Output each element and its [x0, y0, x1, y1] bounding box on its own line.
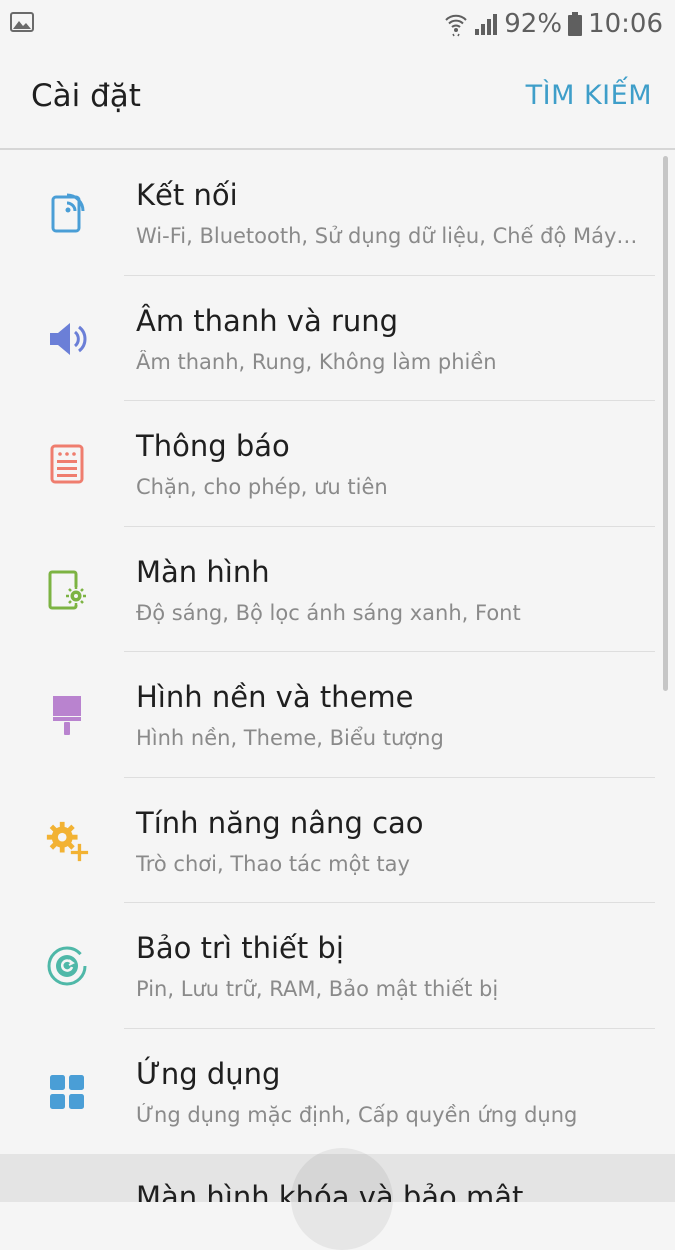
settings-item-display[interactable]: Màn hình Độ sáng, Bộ lọc ánh sáng xanh, …	[0, 527, 675, 652]
wallpaper-brush-icon	[44, 692, 90, 738]
settings-item-label: Hình nền và theme	[136, 680, 414, 714]
connections-icon	[44, 190, 90, 236]
settings-item-label: Tính năng nâng cao	[136, 805, 424, 840]
settings-item-label: Màn hình	[136, 554, 270, 589]
settings-item-summary: Pin, Lưu trữ, RAM, Bảo mật thiết bị	[136, 977, 499, 1001]
device-maintenance-icon	[44, 943, 90, 989]
status-bar: 92% 10:06	[0, 0, 675, 48]
settings-item-wallpaper-themes[interactable]: Hình nền và theme Hình nền, Theme, Biểu …	[0, 652, 675, 778]
settings-item-summary: Trò chơi, Thao tác một tay	[136, 851, 410, 876]
speaker-icon	[44, 316, 90, 362]
cell-signal-icon	[474, 12, 498, 36]
settings-item-apps[interactable]: Ứng dụng Ứng dụng mặc định, Cấp quyền ứn…	[0, 1029, 675, 1155]
scrollbar[interactable]	[663, 156, 668, 691]
notifications-icon	[44, 441, 90, 487]
settings-item-summary: Âm thanh, Rung, Không làm phiền	[136, 349, 497, 374]
settings-item-summary: Wi-Fi, Bluetooth, Sử dụng dữ liệu, Chế đ…	[136, 224, 642, 248]
search-button[interactable]: TÌM KIẾM	[526, 80, 652, 111]
settings-item-label: Thông báo	[136, 429, 290, 463]
battery-percent: 92%	[504, 9, 563, 39]
advanced-gear-plus-icon	[44, 818, 90, 864]
settings-item-summary: Chặn, cho phép, ưu tiên	[136, 475, 388, 499]
settings-item-summary: Hình nền, Theme, Biểu tượng	[136, 726, 444, 750]
settings-item-notifications[interactable]: Thông báo Chặn, cho phép, ưu tiên	[0, 401, 675, 527]
settings-item-advanced-features[interactable]: Tính năng nâng cao Trò chơi, Thao tác mộ…	[0, 778, 675, 903]
settings-item-label: Âm thanh và rung	[136, 303, 399, 338]
clock: 10:06	[588, 9, 663, 39]
gallery-notification-icon	[10, 12, 34, 32]
apps-grid-icon	[44, 1069, 90, 1115]
touch-ripple	[291, 1148, 393, 1250]
app-header: Cài đặt TÌM KIẾM	[0, 48, 675, 148]
settings-list: Kết nối Wi-Fi, Bluetooth, Sử dụng dữ liệ…	[0, 150, 675, 1202]
settings-item-label: Bảo trì thiết bị	[136, 931, 344, 965]
settings-item-summary: Độ sáng, Bộ lọc ánh sáng xanh, Font	[136, 600, 521, 625]
settings-item-label: Ứng dụng	[136, 1056, 281, 1091]
settings-item-sound[interactable]: Âm thanh và rung Âm thanh, Rung, Không l…	[0, 276, 675, 401]
settings-item-summary: Ứng dụng mặc định, Cấp quyền ứng dụng	[136, 1102, 578, 1127]
page-title: Cài đặt	[31, 78, 141, 114]
battery-icon	[568, 12, 583, 36]
settings-item-connections[interactable]: Kết nối Wi-Fi, Bluetooth, Sử dụng dữ liệ…	[0, 150, 675, 276]
display-icon	[44, 567, 90, 613]
settings-item-label: Kết nối	[136, 178, 238, 212]
settings-item-device-maintenance[interactable]: Bảo trì thiết bị Pin, Lưu trữ, RAM, Bảo …	[0, 903, 675, 1029]
wifi-icon	[444, 11, 468, 37]
